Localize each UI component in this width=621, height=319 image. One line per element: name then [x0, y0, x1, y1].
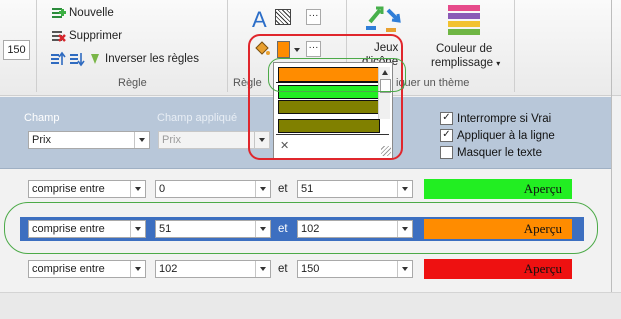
bottom-strip	[0, 292, 621, 319]
value2-text: 150	[301, 263, 320, 275]
apply-to-row-checkbox[interactable]: ✓ Appliquer à la ligne	[440, 129, 555, 142]
stop-if-true-checkbox[interactable]: ✓ Interrompre si Vrai	[440, 112, 551, 125]
ribbon-separator	[36, 0, 37, 92]
chevron-down-icon[interactable]	[255, 261, 270, 277]
annotation-green-ring-row	[4, 202, 598, 254]
chevron-down-icon[interactable]	[397, 261, 412, 277]
annotation-green-ring-popup	[268, 58, 406, 92]
operator-select[interactable]: comprise entre	[28, 180, 146, 198]
hide-text-checkbox[interactable]: Masquer le texte	[440, 146, 542, 159]
fill-color-label-2: remplissage	[431, 57, 493, 69]
pattern-more-button[interactable]: ···	[306, 9, 321, 25]
operator-select[interactable]: comprise entre	[28, 260, 146, 278]
value1-text: 102	[159, 263, 178, 275]
field-select-value: Prix	[32, 134, 51, 146]
value2-field[interactable]: 51	[297, 180, 413, 198]
new-rule-label: Nouvelle	[69, 7, 114, 19]
applied-field-label: Champ appliqué	[157, 112, 238, 124]
icon-sets-icon	[366, 6, 401, 32]
operator-value: comprise entre	[32, 263, 105, 275]
hide-text-label: Masquer le texte	[457, 146, 543, 159]
ribbon-separator	[514, 0, 515, 92]
stop-if-true-box[interactable]: ✓	[440, 112, 453, 125]
delete-icon	[50, 28, 66, 44]
applied-field-value: Prix	[162, 134, 181, 146]
new-rule-button[interactable]: Nouvelle	[50, 5, 114, 21]
field-select[interactable]: Prix	[28, 131, 150, 149]
preview-box: Aperçu	[424, 179, 572, 199]
font-color-icon: A	[252, 7, 267, 32]
preview-box: Aperçu	[424, 259, 572, 279]
chevron-down-icon[interactable]	[134, 132, 149, 148]
chevron-down-icon[interactable]	[397, 181, 412, 197]
value1-text: 0	[159, 183, 166, 195]
ribbon-separator	[227, 0, 228, 92]
color-scale-icon	[448, 5, 480, 39]
delete-rule-label: Supprimer	[69, 30, 123, 42]
value2-text: 51	[301, 183, 314, 195]
move-up-icon	[50, 51, 66, 67]
hide-text-box[interactable]	[440, 146, 453, 159]
apply-to-row-box[interactable]: ✓	[440, 129, 453, 142]
reverse-rules-button[interactable]: Inverser les règles	[50, 51, 199, 67]
reverse-rules-label: Inverser les règles	[105, 53, 199, 65]
rule-row[interactable]: comprise entre 102 et 150 Aperçu	[20, 258, 584, 280]
value1-field[interactable]: 0	[155, 180, 271, 198]
connector-label: et	[278, 263, 288, 275]
chevron-down-icon[interactable]	[130, 261, 145, 277]
number-box[interactable]: 150	[3, 40, 30, 60]
reverse-icon	[88, 51, 102, 67]
rule-row[interactable]: comprise entre 0 et 51 Aperçu	[20, 178, 584, 200]
value1-field[interactable]: 102	[155, 260, 271, 278]
apply-to-row-label: Appliquer à la ligne	[457, 129, 555, 142]
pattern-swatch[interactable]	[275, 9, 291, 25]
delete-rule-button[interactable]: Supprimer	[50, 28, 122, 44]
stop-if-true-label: Interrompre si Vrai	[457, 112, 552, 125]
operator-value: comprise entre	[32, 183, 105, 195]
fill-color-label-1: Couleur de	[436, 43, 493, 55]
value2-field[interactable]: 150	[297, 260, 413, 278]
rule-group-label: Règle	[118, 77, 147, 89]
chevron-down-icon[interactable]	[130, 181, 145, 197]
add-icon	[50, 5, 66, 21]
fill-color-theme-button[interactable]: Couleur de remplissage ▾	[424, 2, 504, 72]
move-down-icon	[69, 51, 85, 67]
apply-theme-group-label: iquer un thème	[396, 77, 470, 89]
svg-text:A: A	[252, 7, 267, 31]
font-color-button[interactable]: A	[250, 5, 270, 32]
annotation-red-ring	[248, 34, 403, 160]
chevron-down-icon: ▾	[496, 59, 501, 68]
connector-label: et	[278, 183, 288, 195]
field-label: Champ	[24, 112, 60, 124]
chevron-down-icon[interactable]	[255, 181, 270, 197]
right-edge-separator	[611, 0, 612, 292]
